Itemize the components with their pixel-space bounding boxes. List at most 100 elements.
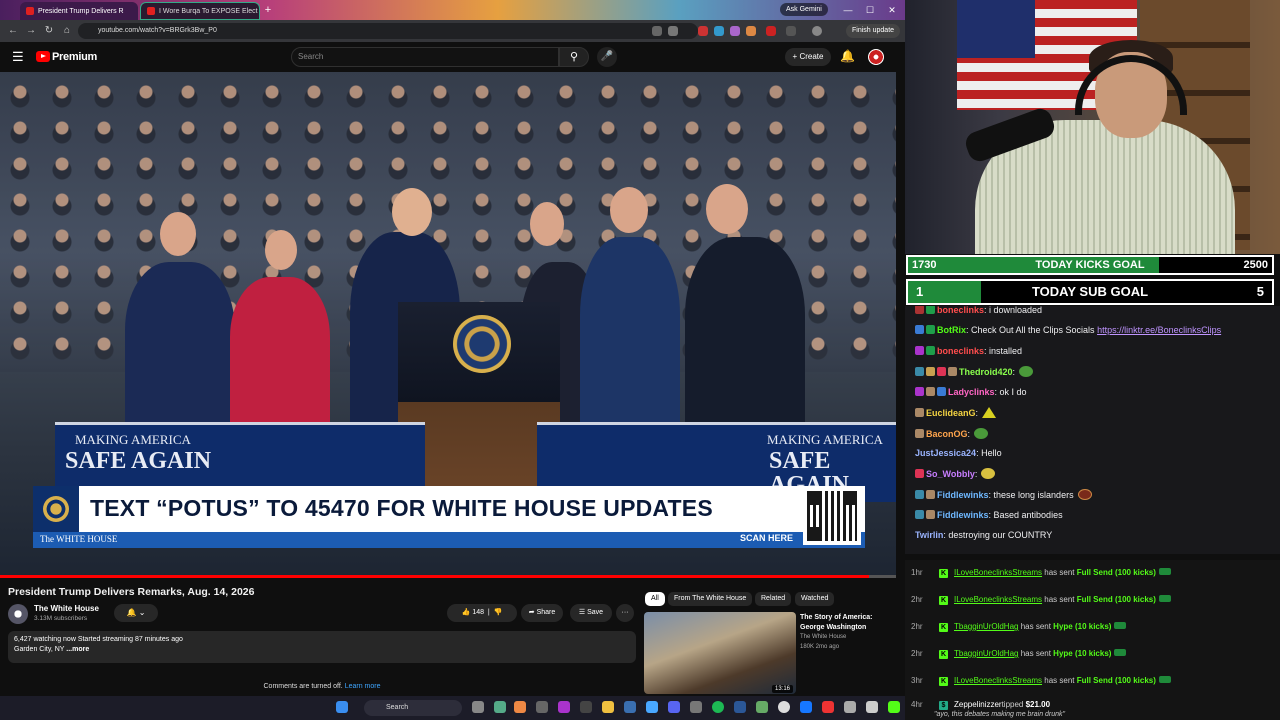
feed-time: 2hr [911, 595, 923, 604]
chat-username[interactable]: boneclinks [937, 346, 984, 356]
app-icon[interactable] [558, 701, 570, 713]
finish-update-button[interactable]: Finish update [846, 24, 901, 38]
feed-username[interactable]: ILoveBoneclinksStreams [954, 595, 1042, 604]
chat-username[interactable]: EuclideanG [926, 408, 976, 418]
extension-icon[interactable] [714, 26, 724, 36]
app-icon[interactable] [580, 701, 592, 713]
feed-username[interactable]: TbagginUrOldHag [954, 622, 1018, 631]
forward-arrow-icon[interactable]: → [24, 24, 38, 38]
more-actions-button[interactable]: ··· [616, 604, 634, 622]
maximize-button[interactable]: ☐ [862, 2, 878, 18]
kicks-gift-icon [1158, 595, 1171, 602]
app-icon[interactable] [756, 701, 768, 713]
app-icon[interactable] [800, 701, 812, 713]
search-input[interactable]: Search [291, 47, 559, 67]
chat-username[interactable]: BaconOG [926, 429, 968, 439]
start-windows-icon[interactable] [336, 701, 348, 713]
show-more-link[interactable]: ...more [66, 646, 89, 653]
create-button[interactable]: + Create [785, 48, 831, 66]
back-arrow-icon[interactable]: ← [6, 24, 20, 38]
feed-username[interactable]: ILoveBoneclinksStreams [954, 676, 1042, 685]
app-icon[interactable] [866, 701, 878, 713]
chip-related[interactable]: Related [755, 592, 792, 606]
learn-more-link[interactable]: Learn more [345, 683, 381, 690]
chat-username[interactable]: Fiddlewinks [937, 490, 989, 500]
chat-message: Fiddlewinks: Based antibodies [915, 510, 1063, 520]
channel-avatar[interactable] [8, 604, 28, 624]
chat-username[interactable]: Ladyclinks [948, 387, 995, 397]
activity-feed[interactable]: 1hr K ILoveBoneclinksStreams has sent Full… [905, 560, 1280, 720]
feed-username[interactable]: ILoveBoneclinksStreams [954, 568, 1042, 577]
close-window-button[interactable]: ✕ [884, 2, 900, 18]
youtube-logo-icon[interactable] [36, 51, 50, 62]
new-tab-button[interactable]: + [262, 4, 274, 16]
discord-icon[interactable] [668, 701, 680, 713]
app-icon[interactable] [734, 701, 746, 713]
channel-name[interactable]: The White House [34, 604, 99, 613]
steam-icon[interactable] [624, 701, 636, 713]
app-icon[interactable] [494, 701, 506, 713]
microphone-icon[interactable]: 🎤 [597, 47, 617, 67]
chrome-icon[interactable] [514, 701, 526, 713]
person-head [610, 187, 648, 233]
chat-username[interactable]: BotRix [937, 325, 966, 335]
search-icon[interactable]: ⚲ [559, 47, 589, 67]
chat-link[interactable]: https://linktr.ee/BoneclinksClips [1097, 325, 1221, 335]
spotify-icon[interactable] [712, 701, 724, 713]
app-icon[interactable] [822, 701, 834, 713]
tip-username[interactable]: Zeppelinizzer [954, 700, 1002, 709]
lower-third-text: TEXT “POTUS” TO 45470 FOR WHITE HOUSE UP… [90, 495, 713, 521]
share-button[interactable]: ➦ Share [521, 604, 563, 622]
file-explorer-icon[interactable] [602, 701, 614, 713]
ask-gemini-button[interactable]: Ask Gemini [780, 3, 828, 16]
recommended-video-title[interactable]: The Story of America: George Washington [800, 613, 896, 633]
recommended-video-thumbnail[interactable] [644, 612, 796, 694]
live-chat[interactable]: boneclinks: i downloaded BotRix: Check O… [905, 306, 1280, 554]
extension-icon[interactable] [766, 26, 776, 36]
extension-icon[interactable] [746, 26, 756, 36]
url-bar[interactable]: youtube.com/watch?v=BRGrk3Bw_P0 [78, 23, 698, 39]
bookmark-star-icon[interactable] [668, 26, 678, 36]
kick-icon[interactable] [888, 701, 900, 713]
video-player[interactable]: MAKING AMERICA SAFE AGAIN MAKING AMERICA… [0, 72, 896, 577]
browser-tab-active[interactable]: President Trump Delivers R [20, 2, 138, 20]
subscription-bell-button[interactable]: 🔔 ⌄ [114, 604, 158, 622]
taskbar-search[interactable]: Search [364, 700, 462, 716]
save-button[interactable]: ☰ Save [570, 604, 612, 622]
chat-username[interactable]: Fiddlewinks [937, 510, 989, 520]
recommended-channel[interactable]: The White House [800, 634, 846, 640]
chat-username[interactable]: Thedroid420 [959, 367, 1013, 377]
video-progress-bar[interactable] [0, 575, 896, 578]
app-icon[interactable] [844, 701, 856, 713]
feed-row: 2hr K ILoveBoneclinksStreams has sent Full… [911, 595, 1171, 605]
task-view-icon[interactable] [472, 701, 484, 713]
notifications-bell-icon[interactable]: 🔔 [840, 49, 855, 63]
account-avatar[interactable] [868, 49, 884, 65]
youtube-premium-logo[interactable]: Premium [52, 51, 97, 63]
chip-all[interactable]: All [645, 592, 665, 606]
feed-gift: Full Send (100 kicks) [1076, 568, 1156, 577]
chat-username[interactable]: Twirlin [915, 530, 943, 540]
feed-username[interactable]: TbagginUrOldHag [954, 649, 1018, 658]
app-icon[interactable] [536, 701, 548, 713]
profile-avatar[interactable] [812, 26, 822, 36]
hamburger-menu-icon[interactable]: ☰ [12, 50, 26, 64]
app-icon[interactable] [646, 701, 658, 713]
obs-icon[interactable] [778, 701, 790, 713]
extension-icon[interactable] [730, 26, 740, 36]
extension-icon[interactable] [698, 26, 708, 36]
home-icon[interactable]: ⌂ [60, 24, 74, 38]
like-dislike-button[interactable]: 👍 148 | 👎 [447, 604, 517, 622]
chip-watched[interactable]: Watched [795, 592, 835, 606]
chat-username[interactable]: boneclinks [937, 306, 984, 315]
app-icon[interactable] [690, 701, 702, 713]
extensions-puzzle-icon[interactable] [786, 26, 796, 36]
reload-icon[interactable]: ↻ [42, 24, 56, 38]
chat-username[interactable]: JustJessica24 [915, 448, 976, 458]
chip-from-the-white-house[interactable]: From The White House [668, 592, 753, 606]
install-app-icon[interactable] [652, 26, 662, 36]
minimize-button[interactable]: — [840, 2, 856, 18]
browser-tab[interactable]: I Wore Burqa To EXPOSE Elect [140, 2, 260, 20]
description-box[interactable]: 6,427 watching now Started streaming 87 … [8, 631, 636, 663]
chat-username[interactable]: So_Wobbly [926, 469, 975, 479]
